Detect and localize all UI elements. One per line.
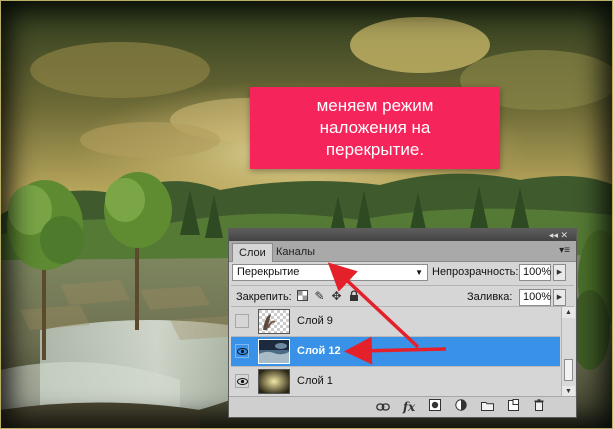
lock-all-icon[interactable] xyxy=(347,290,360,303)
chevron-down-icon: ▼ xyxy=(415,268,423,277)
lock-transparent-icon[interactable] xyxy=(296,290,309,303)
scroll-thumb[interactable] xyxy=(564,359,573,381)
layer-thumbnail xyxy=(258,369,290,394)
panel-footer: fx xyxy=(229,396,576,417)
layer-thumbnail xyxy=(258,309,290,334)
scroll-up-icon[interactable]: ▲ xyxy=(562,307,575,318)
opacity-input[interactable]: 100% xyxy=(519,264,551,281)
panel-tabbar: Слои Каналы ▾≡ xyxy=(229,241,576,262)
layer-row-selected[interactable]: Слой 12 xyxy=(231,337,560,367)
callout-text: меняем режим наложения на перекрытие. xyxy=(316,96,434,159)
layer-row[interactable]: Слой 1 xyxy=(231,367,560,397)
lock-label: Закрепить: xyxy=(236,291,292,303)
folder-icon[interactable] xyxy=(479,399,495,415)
link-icon[interactable] xyxy=(375,399,391,415)
eye-icon[interactable] xyxy=(235,374,249,388)
tab-channels[interactable]: Каналы xyxy=(270,243,321,261)
lock-brush-icon[interactable]: ✎ xyxy=(313,290,326,303)
trash-icon[interactable] xyxy=(531,399,547,415)
collapse-panel-icon[interactable]: ◂◂ ✕ xyxy=(549,229,568,241)
fill-label: Заливка: xyxy=(467,291,513,303)
layer-name: Слой 12 xyxy=(297,345,341,357)
opacity-slider-button[interactable]: ▶ xyxy=(553,264,566,281)
new-layer-icon[interactable] xyxy=(505,399,521,415)
fill-slider-button[interactable]: ▶ xyxy=(553,289,566,306)
blend-mode-value: Перекрытие xyxy=(237,266,300,278)
eye-icon[interactable] xyxy=(235,344,249,358)
opacity-label: Непрозрачность: xyxy=(432,266,519,278)
layer-list: Слой 9 Слой 12 Слой 1 xyxy=(231,307,560,397)
fx-icon[interactable]: fx xyxy=(401,399,417,415)
layer-name: Слой 1 xyxy=(297,375,333,387)
layers-panel: ◂◂ ✕ Слои Каналы ▾≡ Перекрытие ▼ Непрозр… xyxy=(228,228,577,418)
layer-name: Слой 9 xyxy=(297,315,333,327)
layer-thumbnail xyxy=(258,339,290,364)
panel-menu-icon[interactable]: ▾≡ xyxy=(559,245,570,257)
lock-move-icon[interactable]: ✥ xyxy=(330,290,343,303)
mask-icon[interactable] xyxy=(427,399,443,415)
visibility-toggle-empty[interactable] xyxy=(235,314,249,328)
blend-mode-select[interactable]: Перекрытие ▼ xyxy=(232,264,428,281)
instruction-callout: меняем режим наложения на перекрытие. xyxy=(250,87,500,169)
tab-layers[interactable]: Слои xyxy=(232,243,273,262)
layers-scrollbar[interactable]: ▲ ▼ xyxy=(561,307,575,397)
panel-title-strip[interactable]: ◂◂ ✕ xyxy=(229,229,576,241)
divider xyxy=(231,285,574,286)
adjustment-icon[interactable] xyxy=(453,399,469,415)
layer-row[interactable]: Слой 9 xyxy=(231,307,560,337)
fill-input[interactable]: 100% xyxy=(519,289,551,306)
